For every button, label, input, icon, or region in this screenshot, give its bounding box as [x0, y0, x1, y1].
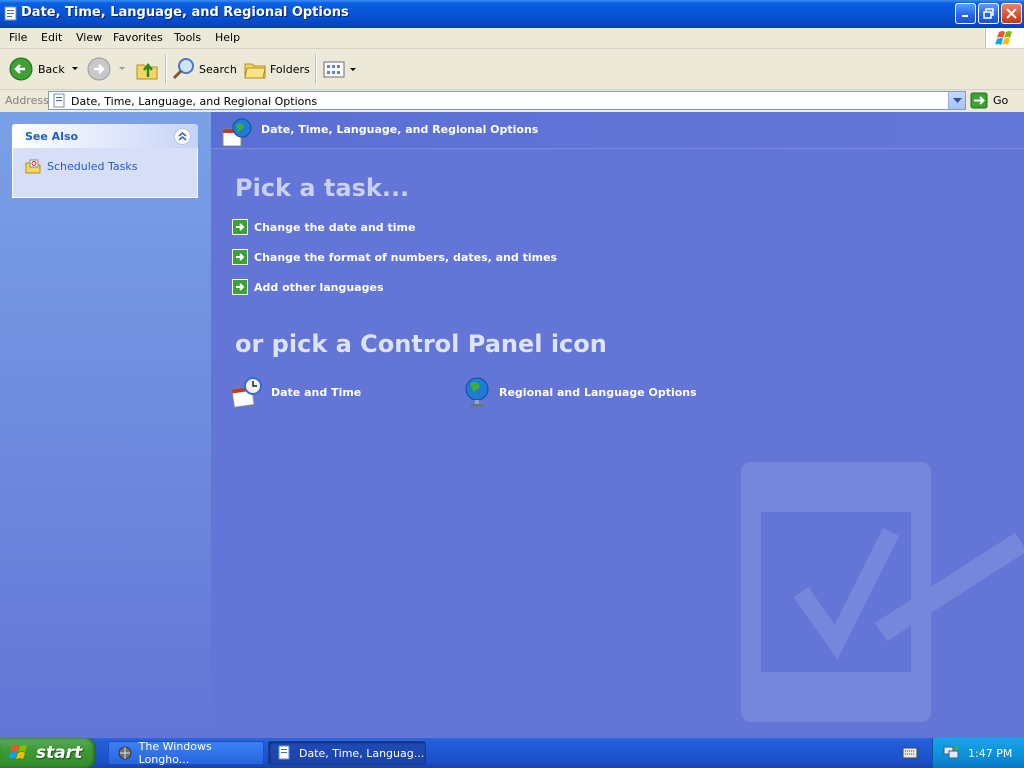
browser-icon	[118, 746, 132, 760]
task-label: Add other languages	[254, 280, 384, 294]
scheduled-tasks-link[interactable]: Scheduled Tasks	[25, 158, 138, 174]
collapse-button[interactable]	[174, 128, 191, 145]
search-label: Search	[199, 62, 237, 76]
taskbar-button-label: Date, Time, Languag...	[299, 746, 425, 760]
start-label: start	[36, 743, 83, 763]
pick-a-task-heading: Pick a task...	[235, 174, 410, 202]
chevron-down-icon	[71, 67, 78, 70]
up-folder-icon	[136, 62, 158, 80]
regional-language-label: Regional and Language Options	[499, 385, 697, 399]
restore-icon	[983, 8, 994, 19]
left-task-pane: See Also Scheduled Tasks	[0, 112, 211, 738]
menu-bar: File Edit View Favorites Tools Help	[0, 28, 1024, 49]
see-also-panel: See Also Scheduled Tasks	[12, 124, 198, 198]
taskbar-button-label: The Windows Longho...	[138, 740, 212, 766]
views-icon	[323, 61, 345, 78]
date-time-regional-icon	[222, 118, 252, 147]
control-panel-page-icon	[278, 745, 290, 760]
see-also-title: See Also	[25, 130, 79, 143]
task-label: Change the date and time	[254, 220, 416, 234]
close-icon	[1006, 8, 1017, 19]
views-button[interactable]	[322, 54, 358, 84]
menu-help[interactable]: Help	[213, 30, 242, 45]
regional-language-icon-link[interactable]: Regional and Language Options	[463, 376, 697, 408]
category-header: Date, Time, Language, and Regional Optio…	[211, 112, 1024, 149]
go-button[interactable]: Go	[970, 91, 1008, 110]
task-change-format[interactable]: Change the format of numbers, dates, and…	[232, 249, 557, 265]
search-button[interactable]: Search	[171, 54, 237, 84]
task-change-date-time[interactable]: Change the date and time	[232, 219, 415, 235]
address-label: Address	[5, 94, 49, 107]
chevron-down-icon	[952, 97, 962, 103]
address-dropdown-button[interactable]	[948, 92, 965, 109]
control-panel-page-icon	[4, 6, 17, 21]
back-label: Back	[38, 62, 65, 76]
category-title: Date, Time, Language, and Regional Optio…	[261, 123, 539, 136]
minimize-icon	[962, 15, 968, 17]
see-also-body: Scheduled Tasks	[12, 148, 198, 198]
chevron-down-icon	[350, 68, 356, 71]
network-icon[interactable]	[942, 745, 960, 761]
scheduled-tasks-label: Scheduled Tasks	[47, 159, 138, 173]
menu-tools[interactable]: Tools	[172, 30, 203, 45]
clock[interactable]: 1:47 PM	[968, 747, 1012, 760]
task-label: Change the format of numbers, dates, and…	[254, 250, 558, 264]
pick-control-panel-icon-heading: or pick a Control Panel icon	[235, 330, 607, 358]
windows-logo-icon	[985, 28, 1024, 48]
taskbar-button-longhorn[interactable]: The Windows Longho...	[108, 740, 264, 766]
close-button[interactable]	[1001, 3, 1022, 24]
keyboard-icon[interactable]	[902, 746, 918, 760]
window-title: Date, Time, Language, and Regional Optio…	[21, 5, 349, 20]
menu-file[interactable]: File	[7, 30, 29, 45]
taskbar-button-date-time[interactable]: Date, Time, Languag...	[268, 741, 426, 765]
folders-icon	[244, 63, 266, 79]
up-folder-button[interactable]	[134, 54, 160, 84]
chevron-down-icon	[119, 67, 125, 70]
date-and-time-label: Date and Time	[271, 385, 362, 399]
menu-edit[interactable]: Edit	[39, 30, 64, 45]
go-label: Go	[993, 94, 1009, 107]
system-tray: 1:47 PM	[932, 738, 1024, 768]
back-button[interactable]: Back	[8, 54, 81, 84]
control-panel-page-icon	[53, 93, 65, 108]
double-chevron-up-icon	[178, 132, 187, 141]
checkmark-watermark-icon	[741, 462, 1024, 722]
green-arrow-icon	[232, 279, 248, 295]
globe-icon	[465, 377, 489, 407]
address-bar: Address Date, Time, Language, and Region…	[0, 90, 1024, 113]
title-bar[interactable]: Date, Time, Language, and Regional Optio…	[0, 0, 1024, 28]
search-icon	[172, 58, 194, 80]
windows-logo-icon	[9, 745, 27, 759]
address-value: Date, Time, Language, and Regional Optio…	[71, 95, 318, 108]
go-arrow-icon	[970, 92, 988, 109]
forward-arrow-icon	[87, 57, 111, 81]
toolbar: Back Search Folders	[0, 49, 1024, 90]
green-arrow-icon	[232, 219, 248, 235]
task-add-languages[interactable]: Add other languages	[232, 279, 384, 295]
clock-calendar-icon	[231, 377, 262, 408]
scheduled-tasks-icon	[25, 159, 41, 174]
menu-view[interactable]: View	[74, 30, 104, 45]
forward-button[interactable]	[86, 54, 128, 84]
address-input[interactable]: Date, Time, Language, and Regional Optio…	[48, 91, 966, 110]
content-pane: Date, Time, Language, and Regional Optio…	[211, 112, 1024, 738]
menu-favorites[interactable]: Favorites	[111, 30, 165, 45]
see-also-header[interactable]: See Also	[12, 124, 198, 148]
green-arrow-icon	[232, 249, 248, 265]
minimize-button[interactable]	[955, 3, 976, 24]
start-button[interactable]: start	[0, 738, 96, 768]
back-arrow-icon	[9, 57, 33, 81]
folders-label: Folders	[270, 62, 310, 76]
folders-button[interactable]: Folders	[243, 54, 310, 84]
restore-button[interactable]	[978, 3, 999, 24]
date-and-time-icon-link[interactable]: Date and Time	[231, 376, 361, 408]
taskbar: start The Windows Longho... Date, Time, …	[0, 738, 1024, 768]
